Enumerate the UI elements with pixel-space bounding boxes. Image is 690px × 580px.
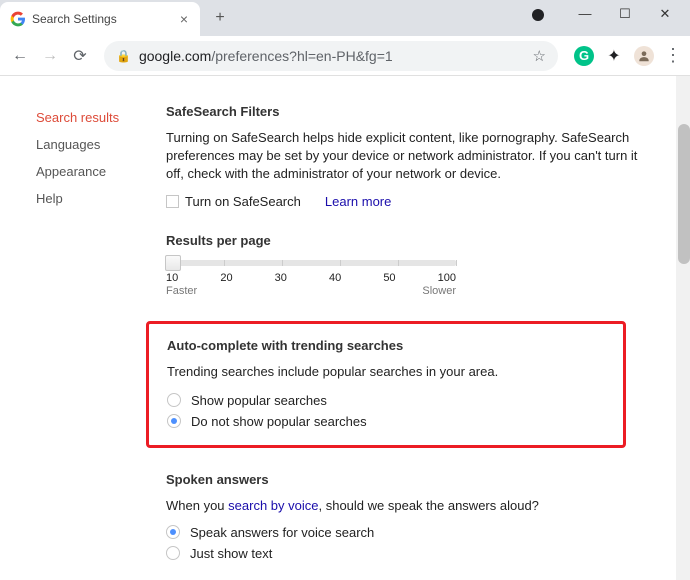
radio-show-popular-label: Show popular searches xyxy=(191,393,327,408)
browser-tab[interactable]: Search Settings × xyxy=(0,2,200,36)
radio-just-text[interactable] xyxy=(166,546,180,560)
google-favicon-icon xyxy=(10,11,26,27)
slider-faster-label: Faster xyxy=(166,285,197,297)
address-bar[interactable]: 🔒 google.com/preferences?hl=en-PH&fg=1 ☆ xyxy=(104,41,558,71)
sidebar-item-languages[interactable]: Languages xyxy=(36,131,166,158)
tab-title: Search Settings xyxy=(32,12,170,26)
results-per-page-slider[interactable]: 10 20 30 40 50 100 Faster Slower xyxy=(166,260,456,297)
browser-toolbar: ← → ⟳ 🔒 google.com/preferences?hl=en-PH&… xyxy=(0,36,690,76)
maximize-button[interactable]: ☐ xyxy=(612,6,638,22)
sidebar-item-help[interactable]: Help xyxy=(36,185,166,212)
sidebar-item-search-results[interactable]: Search results xyxy=(36,104,166,131)
spoken-desc: When you search by voice, should we spea… xyxy=(166,497,646,515)
url-text: google.com/preferences?hl=en-PH&fg=1 xyxy=(139,48,529,64)
spoken-title: Spoken answers xyxy=(166,472,646,487)
sidebar-item-appearance[interactable]: Appearance xyxy=(36,158,166,185)
autocomplete-title: Auto-complete with trending searches xyxy=(167,338,605,353)
lock-icon: 🔒 xyxy=(116,49,131,63)
safesearch-checkbox-label: Turn on SafeSearch xyxy=(185,194,301,209)
section-spoken-answers: Spoken answers When you search by voice,… xyxy=(166,472,646,561)
new-tab-button[interactable]: + xyxy=(206,4,234,32)
section-safesearch: SafeSearch Filters Turning on SafeSearch… xyxy=(166,104,646,209)
radio-speak-answers-label: Speak answers for voice search xyxy=(190,525,374,540)
slider-slower-label: Slower xyxy=(422,285,456,297)
bookmark-star-icon[interactable]: ☆ xyxy=(533,47,546,65)
browser-titlebar: Search Settings × + — ☐ ✕ xyxy=(0,0,690,36)
scrollbar-track[interactable] xyxy=(676,76,690,580)
section-results-per-page: Results per page 10 20 30 xyxy=(166,233,646,297)
forward-button[interactable]: → xyxy=(38,44,62,68)
results-per-page-title: Results per page xyxy=(166,233,646,248)
profile-avatar-icon[interactable] xyxy=(634,46,654,66)
page-viewport: Search results Languages Appearance Help… xyxy=(0,76,690,580)
radio-speak-answers[interactable] xyxy=(166,525,180,539)
radio-hide-popular[interactable] xyxy=(167,414,181,428)
autocomplete-desc: Trending searches include popular search… xyxy=(167,363,605,381)
safesearch-checkbox[interactable] xyxy=(166,195,179,208)
minimize-button[interactable]: — xyxy=(572,6,598,22)
slider-handle[interactable] xyxy=(165,255,181,271)
settings-main: SafeSearch Filters Turning on SafeSearch… xyxy=(166,104,690,580)
section-autocomplete-highlighted: Auto-complete with trending searches Tre… xyxy=(146,321,626,448)
slider-tick-labels: 10 20 30 40 50 100 xyxy=(166,272,456,284)
safesearch-desc: Turning on SafeSearch helps hide explici… xyxy=(166,129,646,184)
search-by-voice-link[interactable]: search by voice xyxy=(228,498,318,513)
close-tab-icon[interactable]: × xyxy=(176,11,192,27)
radio-hide-popular-label: Do not show popular searches xyxy=(191,414,367,429)
menu-kebab-icon[interactable]: ⋮ xyxy=(664,45,682,66)
back-button[interactable]: ← xyxy=(8,44,32,68)
safesearch-learn-more-link[interactable]: Learn more xyxy=(325,194,391,209)
reload-button[interactable]: ⟳ xyxy=(68,44,92,68)
scrollbar-thumb[interactable] xyxy=(678,124,690,264)
media-indicator-icon xyxy=(532,9,544,21)
close-window-button[interactable]: ✕ xyxy=(652,6,678,22)
safesearch-title: SafeSearch Filters xyxy=(166,104,646,119)
window-controls: — ☐ ✕ xyxy=(532,0,690,22)
extension-grammarly-icon[interactable]: G xyxy=(574,46,594,66)
radio-show-popular[interactable] xyxy=(167,393,181,407)
radio-just-text-label: Just show text xyxy=(190,546,272,561)
extensions-puzzle-icon[interactable]: ✦ xyxy=(604,46,624,66)
